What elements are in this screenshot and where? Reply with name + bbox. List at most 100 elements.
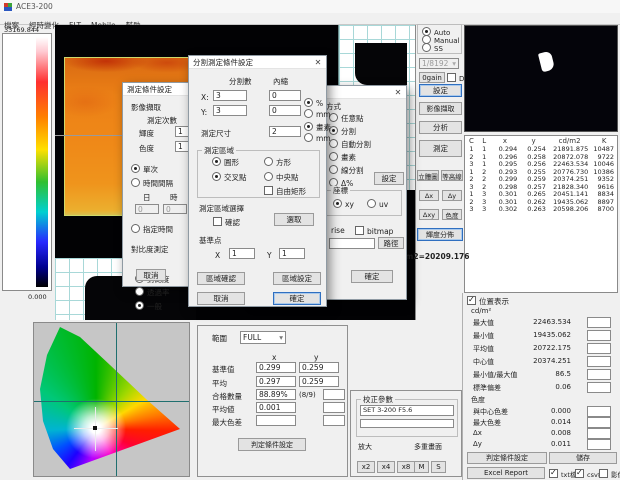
zero-gain-button[interactable]: 0gain bbox=[419, 72, 445, 83]
table-row[interactable]: 330.3020.26320598.2068700 bbox=[465, 206, 617, 214]
cursor bbox=[538, 51, 555, 73]
exposure-mode[interactable]: SS bbox=[422, 43, 443, 53]
confirm-checkbox[interactable]: 確認 bbox=[213, 217, 240, 227]
interval-radio[interactable]: 時間間隔 bbox=[131, 178, 173, 188]
icon-sq-blue bbox=[4, 7, 12, 11]
range-label: 範圍 bbox=[212, 334, 227, 343]
ok-button[interactable]: 確定 bbox=[273, 292, 321, 305]
uv-radio[interactable]: uv bbox=[367, 199, 388, 209]
ref-group-label: 基準点 bbox=[199, 236, 222, 245]
circle-radio[interactable]: 圓形 bbox=[212, 157, 239, 167]
method-option[interactable]: 線分割 bbox=[329, 165, 364, 175]
cie-panel[interactable] bbox=[33, 322, 190, 477]
cancel-button[interactable]: 取消 bbox=[197, 292, 245, 305]
method-option-label: 分割 bbox=[341, 127, 356, 136]
capture-button[interactable]: 影像擷取 bbox=[419, 102, 462, 115]
range-select[interactable]: FULL▾ bbox=[240, 331, 286, 344]
judge-setting-button[interactable]: 判定條件設定 bbox=[238, 438, 306, 451]
size-field[interactable]: 2 bbox=[269, 126, 301, 137]
area-group: 測定區域 圓形 方形 交叉點 中央點 自由矩形 bbox=[197, 150, 320, 198]
analyze-button[interactable]: 分析 bbox=[419, 121, 462, 134]
method-ok-button[interactable]: 確定 bbox=[351, 270, 393, 283]
position-display-checkbox[interactable]: 位置表示 bbox=[467, 296, 509, 306]
free-rect-checkbox[interactable]: 自由矩形 bbox=[264, 186, 306, 196]
ref-y-field[interactable]: 0.259 bbox=[299, 362, 339, 373]
center-radio[interactable]: 中央點 bbox=[264, 172, 299, 182]
close-icon[interactable]: ✕ bbox=[310, 56, 326, 69]
judge-indicator bbox=[587, 356, 611, 367]
stat-label: 標準偏差 bbox=[473, 383, 501, 393]
ref-x-field[interactable]: 0.299 bbox=[256, 362, 296, 373]
path-field[interactable] bbox=[329, 238, 375, 249]
normal-radio[interactable]: 一般 bbox=[135, 301, 162, 311]
mean-label: 平均値 bbox=[212, 405, 235, 414]
dialog-title-bar[interactable]: 分割測定條件設定✕ bbox=[189, 56, 326, 69]
hour-field[interactable]: 0 bbox=[163, 204, 187, 214]
judge-condition-button[interactable]: 判定條件設定 bbox=[467, 452, 547, 464]
image-checkbox-box bbox=[599, 469, 608, 478]
txt-checkbox[interactable]: txt檔 bbox=[549, 469, 576, 480]
method-option[interactable]: 畫素 bbox=[329, 152, 356, 162]
ref-x-field[interactable]: 1 bbox=[229, 248, 255, 259]
area-confirm-button[interactable]: 區域確認 bbox=[197, 272, 245, 285]
colorbar-gradient[interactable] bbox=[36, 37, 48, 287]
mm-radio[interactable]: mm bbox=[304, 109, 331, 119]
table-cell: 3 bbox=[465, 206, 478, 214]
x-inset-field[interactable]: 0 bbox=[269, 90, 301, 101]
excel-report-button[interactable]: Excel Report bbox=[467, 467, 545, 479]
set-button[interactable]: 設定 bbox=[419, 84, 462, 97]
method-option[interactable]: 分割 bbox=[329, 126, 356, 136]
path-button[interactable]: 路徑 bbox=[378, 237, 404, 249]
method-option[interactable]: 任意點 bbox=[329, 113, 364, 123]
zoom-button[interactable]: x2 bbox=[357, 461, 375, 473]
y-inset-field[interactable]: 0 bbox=[269, 105, 301, 116]
image-checkbox[interactable]: 影像檔 bbox=[599, 469, 620, 480]
rect-radio[interactable]: 方形 bbox=[264, 157, 291, 167]
position-display-box bbox=[467, 296, 476, 305]
zoom-button[interactable]: x8 bbox=[397, 461, 415, 473]
delta-x-button[interactable]: Δx bbox=[419, 190, 439, 201]
spec-time-radio[interactable]: 指定時間 bbox=[131, 224, 173, 234]
solid-view-button[interactable]: 立體圖 bbox=[417, 170, 439, 181]
method-option[interactable]: 自動分割 bbox=[329, 139, 371, 149]
pass-judge-box bbox=[323, 389, 345, 400]
thumbnail-view[interactable] bbox=[464, 25, 618, 132]
delta-y-button[interactable]: Δy bbox=[442, 190, 462, 201]
area-set-button[interactable]: 區域設定 bbox=[273, 272, 321, 285]
radio-uv bbox=[367, 199, 376, 208]
data-table[interactable]: CLxycd/m2K110.2940.25421891.87510487210.… bbox=[464, 135, 618, 293]
method-set-button[interactable]: 設定 bbox=[374, 172, 404, 185]
x-divisions-field[interactable]: 3 bbox=[213, 90, 247, 101]
cancel-button[interactable]: 取消 bbox=[136, 269, 166, 281]
chroma-button[interactable]: 色度 bbox=[442, 209, 462, 220]
size-mm-radio[interactable]: mm bbox=[304, 133, 331, 143]
colorbar-panel bbox=[2, 33, 52, 291]
delta-xy-button[interactable]: Δxy bbox=[419, 209, 439, 220]
multi-screen-button[interactable]: M bbox=[414, 461, 429, 473]
zoom-button[interactable]: x4 bbox=[377, 461, 395, 473]
measure-button[interactable]: 測定 bbox=[419, 140, 462, 157]
calibration-extra-field[interactable] bbox=[360, 419, 454, 428]
pick-button[interactable]: 選取 bbox=[274, 213, 314, 226]
day-field[interactable]: 0 bbox=[135, 204, 159, 214]
xy-radio[interactable]: xy bbox=[333, 199, 354, 209]
cross-radio[interactable]: 交叉點 bbox=[212, 172, 247, 182]
avg-x-field[interactable]: 0.297 bbox=[256, 376, 296, 387]
calibration-preset-field[interactable]: SET 3-200 F5.6 bbox=[360, 405, 454, 416]
contour-button[interactable]: 等高線 bbox=[441, 170, 463, 181]
xy-label: xy bbox=[345, 200, 354, 209]
cie-horseshoe bbox=[34, 323, 190, 477]
pixel-radio[interactable]: 畫素 bbox=[304, 122, 331, 132]
save-button[interactable]: 儲存 bbox=[549, 452, 617, 464]
lum-distribution-button[interactable]: 輝度分佈 bbox=[417, 228, 463, 241]
app-window: ACE3-200 檔案經時變化FLTMobile幫助 33169.844 0.0… bbox=[0, 0, 620, 480]
method-option-label: 自動分割 bbox=[341, 140, 371, 149]
y-divisions-field[interactable]: 3 bbox=[213, 105, 247, 116]
bitmap-checkbox[interactable]: bitmap bbox=[355, 226, 393, 236]
single-radio[interactable]: 單次 bbox=[131, 164, 158, 174]
percent-radio[interactable]: % bbox=[304, 98, 323, 108]
multi-screen-button[interactable]: S bbox=[431, 461, 446, 473]
avg-y-field[interactable]: 0.259 bbox=[299, 376, 339, 387]
ref-y-field[interactable]: 1 bbox=[279, 248, 305, 259]
trans-radio[interactable]: 透過率 bbox=[135, 287, 170, 297]
